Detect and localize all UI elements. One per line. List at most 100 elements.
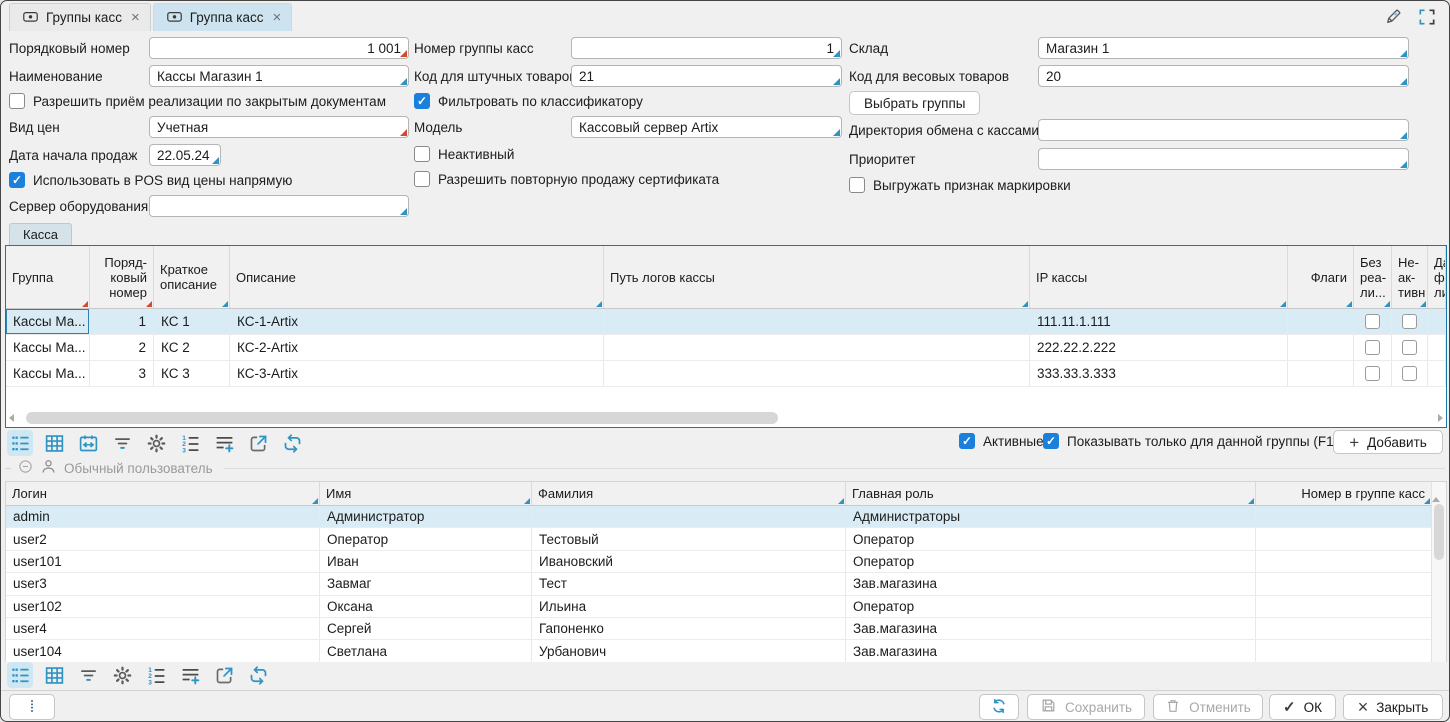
table-cell[interactable]: Гапоненко [532, 618, 846, 639]
refresh-button[interactable] [979, 694, 1019, 720]
cassa-table[interactable]: ГруппаПоряд-ковый номерКраткое описаниеО… [5, 245, 1447, 428]
filter-icon[interactable] [109, 430, 135, 456]
calendar-columns-icon[interactable] [75, 430, 101, 456]
piece-goods-code-field[interactable]: 21 [571, 65, 842, 87]
priority-field[interactable] [1038, 148, 1409, 170]
table-cell[interactable]: Тестовый [532, 528, 846, 549]
use-pos-price-checkbox[interactable]: Использовать в POS вид цены напрямую [9, 172, 292, 188]
table-row[interactable]: user2ОператорТестовыйОператор [6, 528, 1446, 550]
numbered-list-icon[interactable]: 123 [143, 662, 169, 688]
table-cell[interactable]: КС 2 [154, 335, 230, 360]
list-view-icon[interactable] [7, 662, 33, 688]
column-header[interactable]: Логин [6, 482, 320, 505]
fullscreen-icon[interactable] [1417, 7, 1437, 27]
filter-by-classifier-checkbox[interactable]: Фильтровать по классификатору [414, 93, 643, 109]
allow-cert-resale-checkbox[interactable]: Разрешить повторную продажу сертификата [414, 171, 719, 187]
list-view-icon[interactable] [7, 430, 33, 456]
column-header[interactable]: Главная роль [846, 482, 1256, 505]
table-cell[interactable]: Оператор [846, 551, 1256, 572]
row-checkbox[interactable] [1365, 314, 1380, 329]
table-cell[interactable] [1256, 528, 1432, 549]
cancel-button[interactable]: Отменить [1153, 694, 1263, 720]
scroll-up-icon[interactable] [1432, 482, 1440, 502]
inactive-checkbox[interactable]: Неактивный [414, 146, 514, 162]
table-cell[interactable] [1288, 309, 1354, 334]
scroll-left-icon[interactable] [9, 414, 14, 422]
table-cell[interactable]: 2 [90, 335, 154, 360]
table-cell[interactable] [1256, 573, 1432, 594]
table-cell[interactable]: КС 3 [154, 361, 230, 386]
column-header[interactable]: Не-ак-тивн [1392, 246, 1428, 308]
column-header[interactable]: Группа [6, 246, 90, 308]
equipment-server-field[interactable] [149, 195, 409, 217]
table-row[interactable]: user104СветланаУрбановичЗав.магазина [6, 640, 1446, 662]
settings-icon[interactable] [109, 662, 135, 688]
table-cell[interactable] [604, 309, 1030, 334]
reload-icon[interactable] [279, 430, 305, 456]
allow-closed-docs-checkbox[interactable]: Разрешить приём реализации по закрытым д… [9, 93, 386, 109]
table-cell[interactable]: Администраторы [846, 506, 1256, 527]
row-checkbox[interactable] [1402, 366, 1417, 381]
column-header[interactable]: Да фи ли [1428, 246, 1446, 308]
table-cell[interactable]: Оксана [320, 596, 532, 617]
table-cell[interactable]: 3 [90, 361, 154, 386]
table-cell[interactable] [1256, 506, 1432, 527]
table-cell[interactable]: user102 [6, 596, 320, 617]
edit-icon[interactable] [1383, 7, 1403, 27]
column-header[interactable]: Путь логов кассы [604, 246, 1030, 308]
row-checkbox[interactable] [1365, 340, 1380, 355]
table-cell[interactable]: user2 [6, 528, 320, 549]
table-cell[interactable] [1392, 361, 1428, 386]
checkbox-icon[interactable] [849, 177, 865, 193]
table-row[interactable]: user4СергейГапоненкоЗав.магазина [6, 618, 1446, 640]
table-cell[interactable]: 1 [90, 309, 154, 334]
menu-button[interactable] [9, 694, 55, 720]
users-table[interactable]: ЛогинИмяФамилияГлавная рольНомер в групп… [5, 481, 1447, 662]
checkbox-icon[interactable] [414, 171, 430, 187]
table-cell[interactable]: Завмаг [320, 573, 532, 594]
table-cell[interactable]: Оператор [846, 528, 1256, 549]
open-external-icon[interactable] [245, 430, 271, 456]
warehouse-field[interactable]: Магазин 1 [1038, 37, 1409, 59]
filter-icon[interactable] [75, 662, 101, 688]
table-cell[interactable] [1288, 335, 1354, 360]
numbered-list-icon[interactable]: 123 [177, 430, 203, 456]
checkbox-icon[interactable] [959, 433, 975, 449]
table-grid-icon[interactable] [41, 662, 67, 688]
table-cell[interactable]: Урбанович [532, 640, 846, 661]
table-cell[interactable]: 222.22.2.222 [1030, 335, 1288, 360]
active-filter-checkbox[interactable]: Активные [959, 433, 1044, 449]
table-cell[interactable]: КС-2-Artix [230, 335, 604, 360]
group-number-field[interactable]: 1 [571, 37, 842, 59]
column-header[interactable]: Краткое описание [154, 246, 230, 308]
table-cell[interactable]: Администратор [320, 506, 532, 527]
settings-icon[interactable] [143, 430, 169, 456]
checkbox-icon[interactable] [9, 172, 25, 188]
row-checkbox[interactable] [1402, 314, 1417, 329]
tab-cassa[interactable]: Касса [9, 223, 72, 245]
table-row[interactable]: adminАдминистратор Администраторы [6, 506, 1446, 528]
checkbox-icon[interactable] [9, 93, 25, 109]
checkbox-icon[interactable] [1043, 433, 1059, 449]
row-checkbox[interactable] [1365, 366, 1380, 381]
open-external-icon[interactable] [211, 662, 237, 688]
table-row[interactable]: Кассы Ма...2КС 2КС-2-Artix 222.22.2.222 [6, 335, 1446, 361]
export-marking-checkbox[interactable]: Выгружать признак маркировки [849, 177, 1071, 193]
users-table-vscrollbar[interactable] [1431, 482, 1446, 662]
table-cell[interactable] [532, 506, 846, 527]
table-cell[interactable]: Оператор [320, 528, 532, 549]
table-cell[interactable]: Зав.магазина [846, 640, 1256, 661]
table-cell[interactable]: КС-3-Artix [230, 361, 604, 386]
name-field[interactable]: Кассы Магазин 1 [149, 65, 409, 87]
table-cell[interactable]: Кассы Ма... [6, 335, 90, 360]
close-button[interactable]: × Закрыть [1343, 694, 1443, 720]
table-cell[interactable]: admin [6, 506, 320, 527]
table-cell[interactable] [1428, 309, 1446, 334]
table-cell[interactable]: 333.33.3.333 [1030, 361, 1288, 386]
vscroll-thumb[interactable] [1434, 504, 1444, 560]
exchange-dir-field[interactable] [1038, 119, 1409, 141]
price-type-field[interactable]: Учетная [149, 116, 409, 138]
table-cell[interactable]: Кассы Ма... [6, 361, 90, 386]
select-groups-button[interactable]: Выбрать группы [849, 91, 980, 115]
table-cell[interactable] [1288, 361, 1354, 386]
